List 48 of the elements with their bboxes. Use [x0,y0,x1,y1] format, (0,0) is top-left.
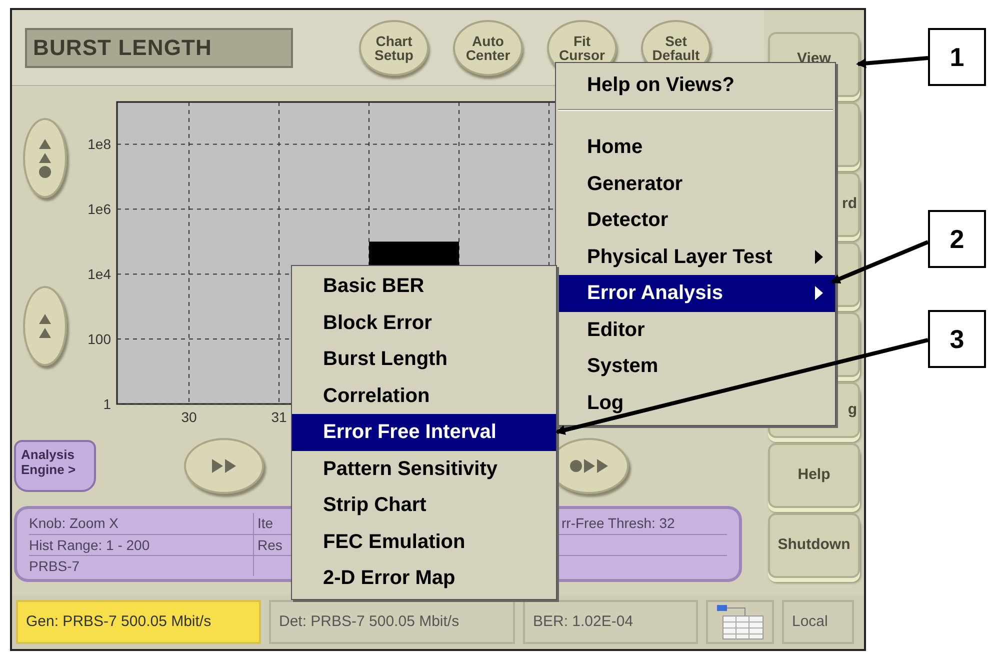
round-button[interactable]: Auto Center [453,20,523,76]
x-tick-label: 30 [181,409,197,425]
submenu-arrow-icon [815,286,823,300]
y-tick-label: 1e6 [88,201,111,218]
menu-item[interactable]: Detector [556,202,835,238]
info-text: Ite [258,515,274,532]
menu-item[interactable]: Strip Chart [292,487,556,524]
callout-number: 2 [928,210,986,268]
status-field: Det: PRBS-7 500.05 Mbit/s [269,600,515,644]
play-icon [212,457,236,475]
menu-item[interactable]: FEC Emulation [292,524,556,560]
menu-item[interactable]: Error Analysis [556,275,835,312]
menu-item[interactable]: 2-D Error Map [292,560,556,596]
menu-item[interactable]: Log [556,384,835,421]
x-tick-label: 31 [271,409,287,425]
table-icon[interactable] [715,604,765,640]
play-icon [570,457,608,475]
round-button[interactable]: Chart Setup [359,20,429,76]
y-tick-label: 1 [103,396,111,412]
title-display: BURST LENGTH [25,28,293,68]
scale-button[interactable] [22,286,66,366]
info-text: Hist Range: 1 - 200 [29,536,150,552]
menu-item[interactable]: Physical Layer Test [556,238,835,275]
y-tick-label: 100 [88,331,111,348]
menu-item[interactable]: Editor [556,312,835,348]
menu-item[interactable]: Correlation [292,378,556,414]
menu-item[interactable]: Home [556,129,835,166]
info-text: rr-Free Thresh: 32 [562,515,675,532]
menu-item[interactable]: Error Free Interval [292,414,556,450]
analysis-engine-button[interactable]: Analysis Engine > [14,440,96,492]
info-text: Knob: Zoom X [29,515,118,532]
y-tick-label: 1e8 [88,136,111,152]
y-tick-label: 1e4 [88,266,111,282]
info-text: PRBS-7 [29,558,80,574]
submenu-arrow-icon [815,250,823,264]
menu-item[interactable]: System [556,348,835,384]
scale-button[interactable] [22,118,66,198]
menu-item[interactable]: Block Error [292,304,556,341]
menu-item[interactable]: Basic BER [292,268,556,304]
callout-number: 3 [928,310,986,368]
status-field: Local [782,600,854,644]
menu-item[interactable]: Pattern Sensitivity [292,450,556,487]
callout-number: 1 [928,28,986,86]
status-field: Gen: PRBS-7 500.05 Mbit/s [16,600,261,644]
menu-item[interactable]: Burst Length [292,341,556,378]
status-field: BER: 1.02E-04 [523,600,698,644]
menu-item[interactable]: Generator [556,166,835,202]
info-text: Res [258,536,282,552]
